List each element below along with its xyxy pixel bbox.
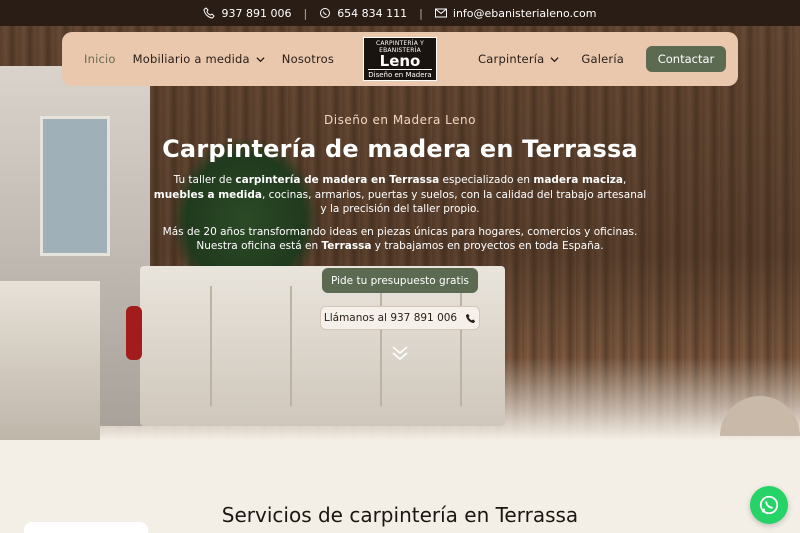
nav-nosotros-label: Nosotros (281, 52, 335, 66)
site-logo[interactable]: CARPINTERÍA Y EBANISTERÍA Leno Diseño en… (363, 37, 437, 81)
text-strong: muebles a medida (153, 188, 262, 201)
nav-inicio-label: Inicio (84, 52, 116, 66)
divider: | (419, 6, 423, 20)
text: , cocinas, armarios, puertas y suelos, c… (262, 188, 647, 216)
contact-button[interactable]: Contactar (646, 46, 726, 72)
text-strong: madera maciza (533, 174, 624, 186)
hero-paragraph-1: Tu taller de carpintería de madera en Te… (150, 173, 650, 217)
service-card[interactable] (24, 522, 148, 533)
fire-extinguisher (126, 306, 142, 360)
whatsapp-button[interactable] (750, 486, 788, 524)
hero-content: Diseño en Madera Leno Carpintería de mad… (150, 113, 650, 254)
hero-eyebrow: Diseño en Madera Leno (324, 113, 476, 127)
chevron-down-icon (550, 56, 559, 62)
scroll-down-icon[interactable] (390, 343, 410, 363)
nav-carpinteria[interactable]: Carpintería (478, 52, 559, 66)
whatsapp-icon (320, 8, 331, 18)
text: y trabajamos en proyectos en toda España… (371, 240, 604, 252)
text-strong: Terrassa (321, 240, 372, 252)
cabinet-line (460, 286, 462, 406)
nav-galeria-label: Galería (581, 52, 624, 66)
text: especializado en (439, 174, 534, 186)
text: Tu taller de (173, 174, 236, 186)
nav-nosotros[interactable]: Nosotros (282, 52, 334, 66)
cabinet-line (380, 286, 382, 406)
text-strong: carpintería de madera en Terrassa (235, 174, 440, 186)
cabinet-line (210, 286, 212, 406)
email-contact[interactable]: info@ebanisterialeno.com (434, 6, 597, 20)
nav-carpinteria-label: Carpintería (478, 52, 545, 66)
background-counter (0, 281, 100, 440)
call-button[interactable]: Llámanos al 937 891 006 (320, 306, 480, 330)
logo-line2: Leno (379, 51, 421, 70)
phone2-text: 654 834 111 (337, 6, 408, 20)
email-text: info@ebanisterialeno.com (452, 6, 597, 20)
hero-paragraph-2: Más de 20 años transformando ideas en pi… (150, 225, 650, 254)
nav-mobiliario[interactable]: Mobiliario a medida (133, 52, 265, 66)
text: , (623, 174, 627, 186)
phone1-text: 937 891 006 (221, 6, 292, 20)
call-button-label: Llámanos al 937 891 006 (323, 312, 458, 324)
nav-inicio[interactable]: Inicio (84, 52, 116, 66)
logo-line3: Diseño en Madera (368, 68, 432, 79)
background-door (40, 116, 110, 256)
nav-galeria[interactable]: Galería (581, 52, 624, 66)
nav-mobiliario-label: Mobiliario a medida (132, 52, 250, 66)
divider: | (303, 6, 308, 20)
mail-icon (434, 8, 447, 18)
phone-icon (203, 7, 216, 19)
whatsapp-icon (759, 495, 779, 515)
top-contact-bar: 937 891 006 | 654 834 111 | info@ebanist… (0, 0, 800, 26)
background-stool (720, 396, 800, 436)
cabinet-line (290, 286, 292, 406)
phone-contact[interactable]: 937 891 006 (203, 7, 291, 20)
main-navigation: Inicio Mobiliario a medida Nosotros CARP… (62, 32, 738, 86)
quote-button[interactable]: Pide tu presupuesto gratis (322, 268, 478, 293)
hero-title: Carpintería de madera en Terrassa (162, 135, 638, 163)
chevron-down-icon (256, 56, 265, 62)
phone-icon (466, 313, 476, 323)
whatsapp-contact[interactable]: 654 834 111 (319, 7, 407, 20)
